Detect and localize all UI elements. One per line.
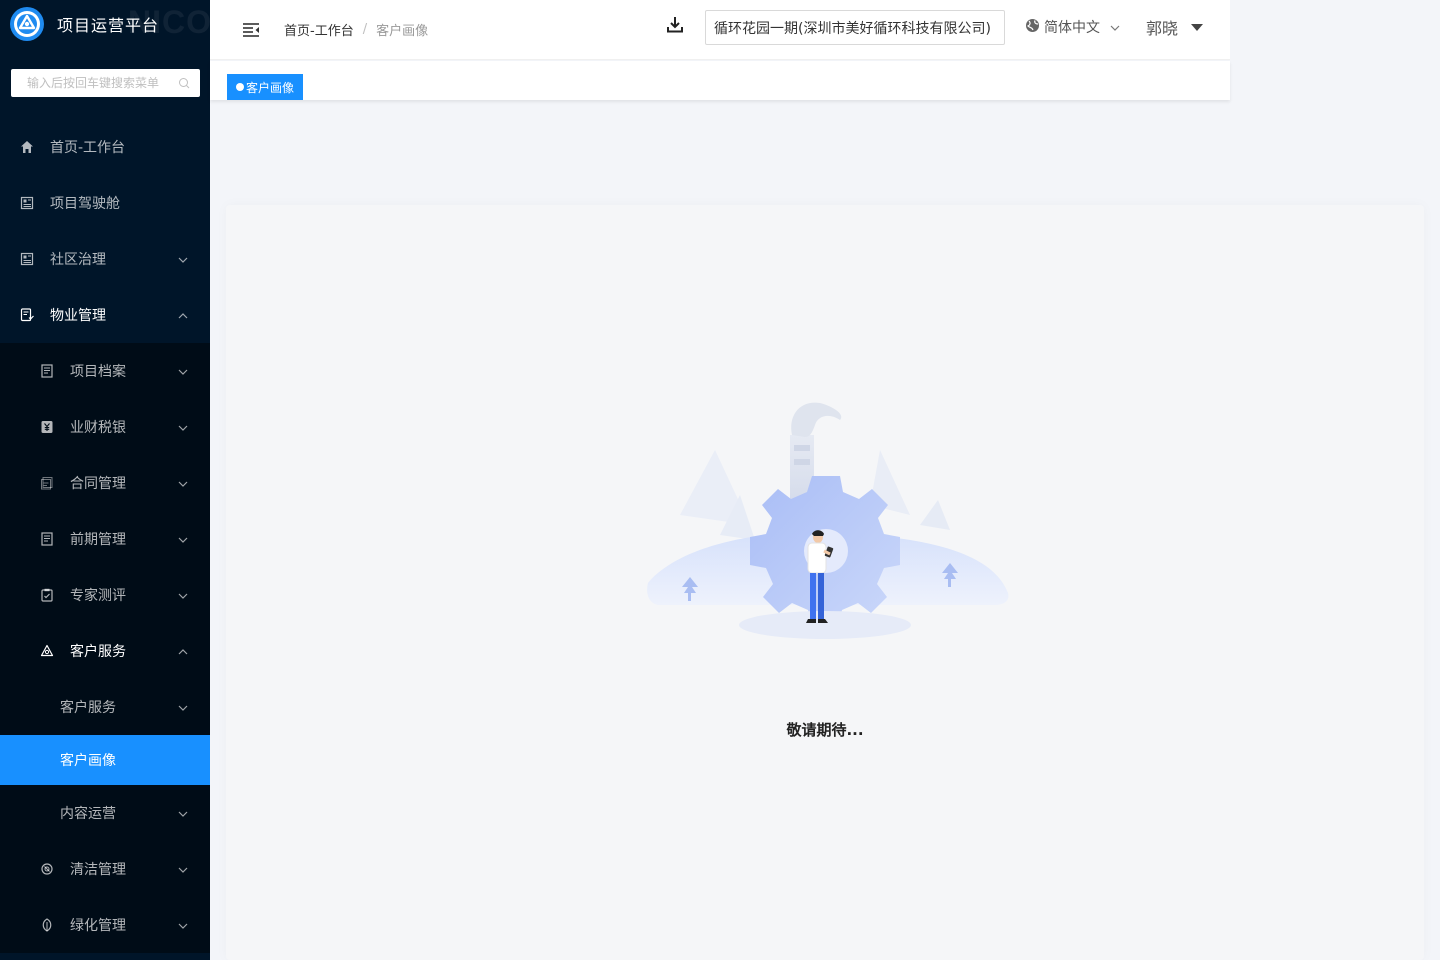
chevron-down-icon — [178, 917, 188, 933]
yuan-icon — [40, 420, 54, 434]
chevron-down-icon — [178, 475, 188, 491]
breadcrumb-current: 客户画像 — [376, 24, 429, 39]
menu-search-input[interactable] — [27, 76, 178, 90]
brand-logo-icon — [10, 7, 44, 41]
download-icon[interactable] — [665, 15, 685, 35]
document-icon — [40, 364, 54, 378]
language-switcher[interactable]: 简体中文 — [1025, 17, 1120, 37]
chevron-up-icon — [178, 307, 188, 323]
top-header: 首页-工作台 / 客户画像 循环花园一期(深圳市美好循环科技有限公司) 简体中文… — [210, 0, 1230, 60]
user-menu[interactable]: 郭晓 — [1146, 15, 1204, 39]
globe-icon — [1025, 18, 1040, 37]
chevron-down-icon — [178, 419, 188, 435]
menu-item-label: 合同管理 — [70, 476, 126, 492]
coming-soon-illustration — [640, 395, 1015, 655]
menu-item-label: 专家测评 — [70, 588, 126, 604]
menu-item-home[interactable]: 首页-工作台 — [0, 119, 210, 175]
menu-item-cockpit[interactable]: 项目驾驶舱 — [0, 175, 210, 231]
clipboard-icon — [40, 588, 54, 602]
side-menu: 首页-工作台 项目驾驶舱 社区治理 物业管理 项目档案 业财税银 合同管理 前期… — [0, 119, 210, 953]
menu-item-property[interactable]: 物业管理 — [0, 287, 210, 343]
caret-down-icon — [1191, 23, 1204, 31]
brand-watermark: NICORE — [128, 4, 210, 40]
menu-item-contract[interactable]: 合同管理 — [0, 455, 210, 511]
recycle-icon — [40, 644, 54, 658]
tab-label: 客户画像 — [246, 80, 295, 95]
chevron-down-icon — [178, 531, 188, 547]
chevron-down-icon — [178, 861, 188, 877]
menu-item-label: 客户服务 — [60, 700, 116, 716]
menu-item-label: 清洁管理 — [70, 862, 126, 878]
menu-item-finance[interactable]: 业财税银 — [0, 399, 210, 455]
property-icon — [20, 308, 34, 322]
menu-search-box[interactable] — [11, 69, 200, 97]
chevron-down-icon — [1110, 19, 1120, 35]
chevron-down-icon — [178, 363, 188, 379]
leaf-icon — [40, 918, 54, 932]
menu-item-label: 绿化管理 — [70, 918, 126, 934]
menu-item-label: 内容运营 — [60, 806, 116, 822]
menu-item-label: 业财税银 — [70, 420, 126, 436]
coming-soon-text: 敬请期待... — [786, 721, 864, 739]
menu-item-label: 社区治理 — [50, 252, 106, 268]
project-select[interactable]: 循环花园一期(深圳市美好循环科技有限公司) — [705, 10, 1005, 45]
breadcrumb-separator: / — [362, 22, 368, 37]
menu-item-label: 项目档案 — [70, 364, 126, 380]
active-dot-icon — [236, 83, 244, 91]
menu-item-community[interactable]: 社区治理 — [0, 231, 210, 287]
menu-item-label: 物业管理 — [50, 308, 106, 324]
brand[interactable]: 项目运营平台 NICORE — [0, 0, 210, 48]
menu-item-label: 项目驾驶舱 — [50, 196, 120, 212]
project-select-value: 循环花园一期(深圳市美好循环科技有限公司) — [714, 20, 991, 37]
chevron-down-icon — [178, 251, 188, 267]
menu-item-label: 客户画像 — [60, 753, 116, 769]
menu-item-early[interactable]: 前期管理 — [0, 511, 210, 567]
chevron-down-icon — [178, 699, 188, 715]
user-name: 郭晓 — [1146, 19, 1179, 38]
chevron-down-icon — [178, 587, 188, 603]
menu-item-customer[interactable]: 客户服务 — [0, 623, 210, 679]
menu-item-label: 客户服务 — [70, 644, 126, 660]
search-icon[interactable] — [178, 74, 190, 93]
contract-icon — [40, 476, 54, 490]
menu-item-label: 前期管理 — [70, 532, 126, 548]
cleaning-icon — [40, 862, 54, 876]
breadcrumb-home-link[interactable]: 首页-工作台 — [284, 20, 354, 39]
menu-item-archive[interactable]: 项目档案 — [0, 343, 210, 399]
menu-item-greening[interactable]: 绿化管理 — [0, 897, 210, 953]
language-label: 简体中文 — [1044, 20, 1100, 36]
tabs-bar: 客户画像 — [210, 61, 1230, 100]
document-icon — [40, 532, 54, 546]
sidebar: 项目运营平台 NICORE 首页-工作台 项目驾驶舱 社区治理 — [0, 0, 210, 960]
menu-item-expert[interactable]: 专家测评 — [0, 567, 210, 623]
tab-customer-portrait[interactable]: 客户画像 — [227, 74, 304, 100]
menu-item-cleaning[interactable]: 清洁管理 — [0, 841, 210, 897]
menu-item-content-ops[interactable]: 内容运营 — [0, 785, 210, 841]
grid-card-icon — [20, 196, 34, 210]
breadcrumb: 首页-工作台 / 客户画像 — [284, 20, 428, 39]
home-icon — [20, 140, 34, 154]
menu-fold-icon[interactable] — [242, 21, 260, 39]
menu-item-label: 首页-工作台 — [50, 140, 126, 156]
grid-card-icon — [20, 252, 34, 266]
chevron-down-icon — [178, 805, 188, 821]
menu-item-customer-portrait[interactable]: 客户画像 — [0, 735, 210, 785]
chevron-up-icon — [178, 643, 188, 659]
